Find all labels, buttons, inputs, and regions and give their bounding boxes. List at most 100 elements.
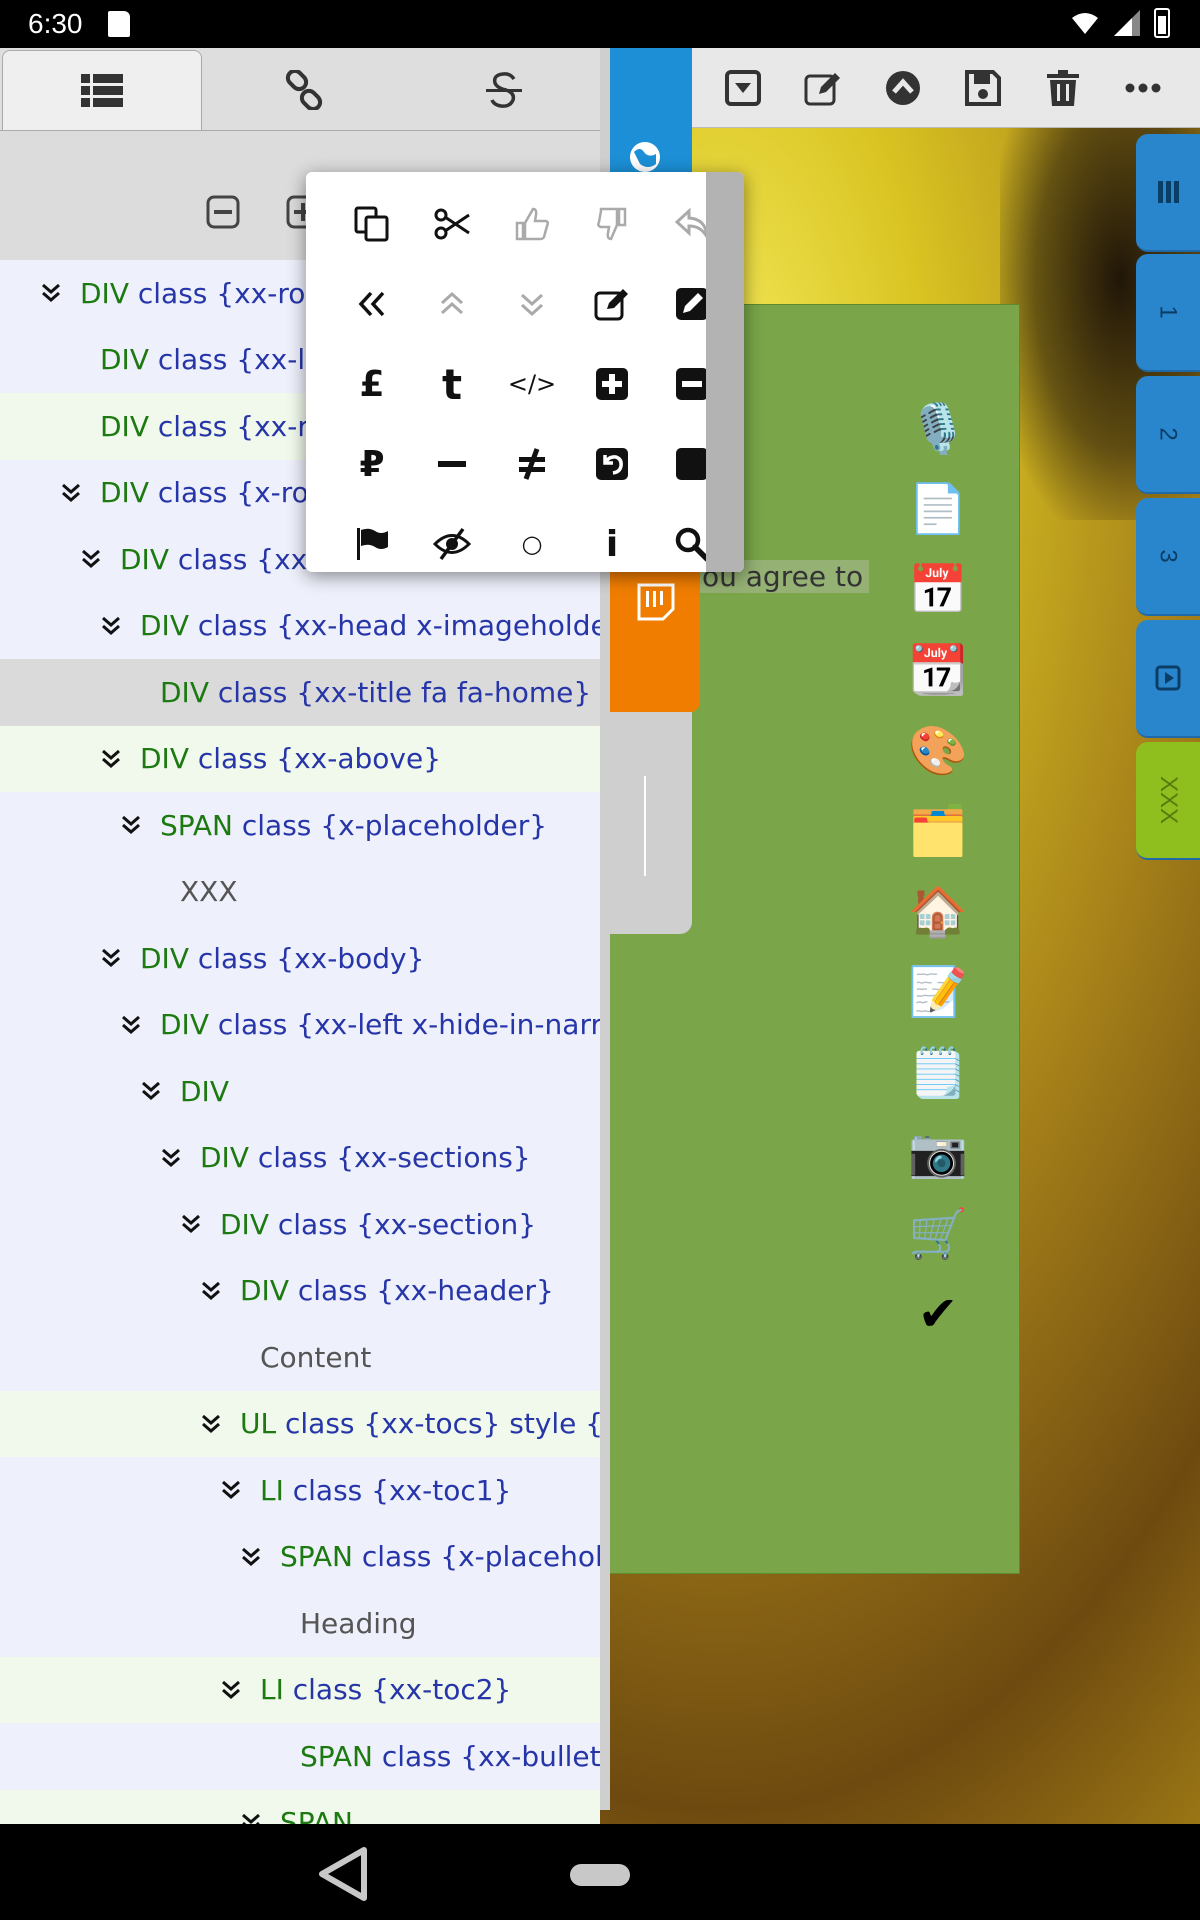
expand-chevron-icon[interactable] bbox=[216, 1474, 248, 1506]
up-chevrons-icon[interactable] bbox=[412, 264, 492, 344]
expand-chevron-icon[interactable] bbox=[196, 1408, 228, 1440]
gray-tab[interactable] bbox=[610, 712, 692, 934]
microphone-icon[interactable]: 🎙️ bbox=[908, 400, 968, 457]
side-tab-1[interactable]: 1 bbox=[1136, 254, 1200, 372]
notepad-icon[interactable]: 🗒️ bbox=[908, 1044, 968, 1101]
not-equal-icon[interactable] bbox=[492, 424, 572, 504]
expand-chevron-icon[interactable] bbox=[76, 543, 108, 575]
delete-button[interactable] bbox=[1039, 64, 1087, 112]
tree-row[interactable]: LI class {xx-toc2} bbox=[0, 1656, 600, 1723]
edit-button[interactable] bbox=[799, 64, 847, 112]
save-button[interactable] bbox=[959, 64, 1007, 112]
side-tab-xxx[interactable]: XXX bbox=[1136, 742, 1200, 860]
tree-row[interactable]: Content bbox=[0, 1324, 600, 1391]
expand-chevron-icon[interactable] bbox=[216, 1674, 248, 1706]
tree-row[interactable]: DIV class {xx-left x-hide-in-narro bbox=[0, 992, 600, 1059]
side-tab-play[interactable] bbox=[1136, 620, 1200, 738]
tree-attributes: class {xx-bullet} bbox=[372, 1739, 600, 1773]
cart-icon[interactable]: 🛒 bbox=[908, 1205, 968, 1262]
tree-row[interactable]: SPAN class {x-placehold bbox=[0, 1524, 600, 1591]
folder-icon[interactable]: 🗂️ bbox=[908, 803, 968, 859]
globe-icon[interactable] bbox=[628, 140, 662, 174]
calendar-icon[interactable]: 📅 bbox=[908, 561, 968, 618]
expand-chevron-icon[interactable] bbox=[136, 1075, 168, 1107]
tree-row[interactable]: LI class {xx-toc1} bbox=[0, 1457, 600, 1524]
down-chevrons-icon[interactable] bbox=[492, 264, 572, 344]
minus-square-outline-icon[interactable] bbox=[206, 195, 240, 229]
copy-icon[interactable] bbox=[332, 184, 412, 264]
expand-chevron-icon[interactable] bbox=[96, 610, 128, 642]
expand-chevron-icon[interactable] bbox=[236, 1541, 268, 1573]
tumblr-icon[interactable]: t bbox=[412, 344, 492, 424]
minus-icon[interactable] bbox=[412, 424, 492, 504]
tree-row[interactable]: SPAN class {xx-bullet} bbox=[0, 1723, 600, 1790]
expand-chevron-icon[interactable] bbox=[176, 1208, 208, 1240]
expand-chevron-icon[interactable] bbox=[156, 1142, 188, 1174]
expand-chevron-icon[interactable] bbox=[196, 1275, 228, 1307]
info-icon[interactable]: i bbox=[572, 504, 652, 584]
up-button[interactable] bbox=[879, 64, 927, 112]
thumbs-down-icon[interactable] bbox=[572, 184, 652, 264]
expand-chevron-icon[interactable] bbox=[116, 1009, 148, 1041]
scissors-icon[interactable] bbox=[412, 184, 492, 264]
back-icon[interactable] bbox=[316, 1846, 370, 1902]
edit-icon[interactable] bbox=[572, 264, 652, 344]
tree-attributes: class {x-ro bbox=[148, 476, 309, 510]
expand-chevron-icon[interactable] bbox=[116, 809, 148, 841]
side-tab-2-label: 2 bbox=[1154, 427, 1182, 441]
checkmark-icon[interactable]: ✔ bbox=[910, 1286, 966, 1342]
memo-icon[interactable]: 📝 bbox=[908, 964, 968, 1020]
tree-tag-name: DIV bbox=[160, 1008, 209, 1042]
palette-icon[interactable]: 🎨 bbox=[908, 722, 968, 779]
tree-row[interactable]: UL class {xx-tocs} style {lis bbox=[0, 1390, 600, 1457]
play-square-icon bbox=[1155, 665, 1181, 691]
camera-icon[interactable]: 📷 bbox=[908, 1125, 968, 1181]
thumbs-up-icon[interactable] bbox=[492, 184, 572, 264]
tab-list[interactable] bbox=[2, 50, 202, 130]
calendar-2-icon[interactable]: 📆 bbox=[908, 642, 968, 698]
expand-chevron-icon[interactable] bbox=[96, 743, 128, 775]
info-icon-glyph: i bbox=[605, 523, 619, 565]
caret-square-down-icon bbox=[725, 70, 761, 106]
tree-row[interactable]: XXX bbox=[0, 859, 600, 926]
tree-row[interactable]: DIV class {xx-head x-imageholder bbox=[0, 593, 600, 660]
pound-icon[interactable]: £ bbox=[332, 344, 412, 424]
side-tab-2[interactable]: 2 bbox=[1136, 376, 1200, 494]
double-left-icon[interactable] bbox=[332, 264, 412, 344]
tree-row[interactable]: DIV class {xx-above} bbox=[0, 725, 600, 792]
house-icon[interactable]: 🏠 bbox=[908, 883, 968, 940]
tree-row[interactable]: DIV class {xx-header} bbox=[0, 1258, 600, 1325]
undo-square-icon[interactable] bbox=[572, 424, 652, 504]
tree-tag-name: LI bbox=[260, 1673, 284, 1707]
expand-chevron-icon[interactable] bbox=[36, 277, 68, 309]
side-tab-menu[interactable] bbox=[1136, 134, 1200, 252]
status-bar: 6:30 bbox=[0, 0, 1200, 48]
flag-icon[interactable] bbox=[332, 504, 412, 584]
side-tab-3[interactable]: 3 bbox=[1136, 498, 1200, 616]
tree-row[interactable]: DIV class {xx-title fa fa-home} bbox=[0, 659, 600, 726]
eye-slash-icon[interactable] bbox=[412, 504, 492, 584]
tree-row[interactable]: SPAN class {x-placeholder} bbox=[0, 792, 600, 859]
popup-scrollbar[interactable] bbox=[706, 172, 744, 572]
tree-row[interactable]: DIV bbox=[0, 1058, 600, 1125]
ruble-icon[interactable]: ₽ bbox=[332, 424, 412, 504]
tree-row[interactable]: Heading bbox=[0, 1590, 600, 1657]
code-icon[interactable]: </> bbox=[492, 344, 572, 424]
expand-chevron-icon[interactable] bbox=[56, 477, 88, 509]
collapse-button[interactable] bbox=[719, 64, 767, 112]
expand-chevron-icon[interactable] bbox=[96, 942, 128, 974]
circle-icon[interactable]: ○ bbox=[492, 504, 572, 584]
tree-row[interactable]: DIV class {xx-sections} bbox=[0, 1125, 600, 1192]
document-icon[interactable]: 📄 bbox=[908, 481, 968, 537]
home-pill[interactable] bbox=[570, 1864, 630, 1886]
tab-link[interactable] bbox=[204, 50, 404, 130]
tree-attributes: class {xx-body} bbox=[188, 941, 425, 975]
top-toolbar bbox=[692, 48, 1200, 128]
tab-strikethrough[interactable] bbox=[404, 50, 604, 130]
tree-row[interactable]: DIV class {xx-section} bbox=[0, 1191, 600, 1258]
tree-tag-name: SPAN bbox=[300, 1739, 373, 1773]
tree-row[interactable]: DIV class {xx-body} bbox=[0, 925, 600, 992]
more-button[interactable] bbox=[1119, 64, 1167, 112]
tree-attributes: class {xx-toc1} bbox=[283, 1473, 512, 1507]
plus-square-icon[interactable] bbox=[572, 344, 652, 424]
